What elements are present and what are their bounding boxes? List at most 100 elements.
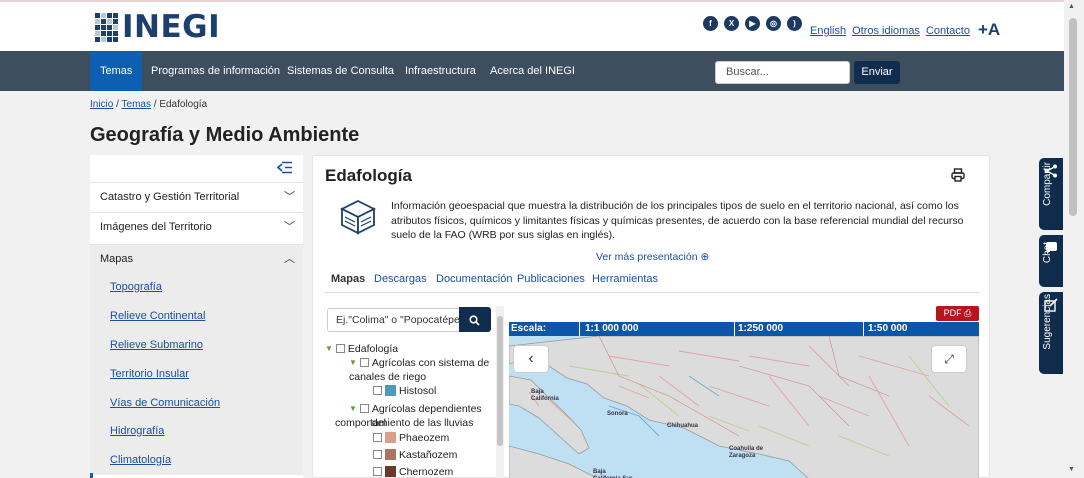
chevron-up-icon: ︿ xyxy=(284,253,295,265)
layer-checkbox[interactable] xyxy=(373,450,382,459)
plus-circle-icon: ⊕ xyxy=(700,251,710,263)
layer-checkbox[interactable] xyxy=(335,344,345,353)
tree-leaf-histosol: Histosol xyxy=(373,384,436,398)
site-search-input[interactable]: Buscar... xyxy=(715,61,850,84)
nav-tab-temas[interactable]: Temas xyxy=(90,51,143,91)
scale-option-50k[interactable]: 1:50 000 xyxy=(868,322,907,336)
sidebar-section-mapas[interactable]: Mapas ︿ xyxy=(90,244,303,273)
tree-leaf-label: Phaeozem xyxy=(399,432,450,444)
facebook-icon[interactable]: f xyxy=(703,16,718,31)
share-tab[interactable]: Compartir xyxy=(1039,158,1063,230)
tab-descargas[interactable]: Descargas xyxy=(374,271,427,287)
suggestions-tab[interactable]: Sugerencias xyxy=(1039,292,1063,374)
sidebar-item-relieve-submarino[interactable]: Relieve Submarino xyxy=(90,331,303,360)
youtube-icon[interactable]: ▶ xyxy=(745,16,760,31)
scale-option-1m[interactable]: 1:1 000 000 xyxy=(585,322,638,336)
tab-publicaciones[interactable]: Publicaciones xyxy=(517,271,585,287)
scale-bar: Escala: 1:1 000 000 1:250 000 1:50 000 xyxy=(509,322,979,336)
inegi-logo[interactable]: INEGI xyxy=(95,11,220,43)
tree-leaf-phaeozem: Phaeozem xyxy=(373,431,449,445)
breadcrumb-current: Edafología xyxy=(159,99,208,110)
expand-triangle-icon[interactable]: ▼ xyxy=(349,402,357,416)
tree-leaf-kastanozem: Kastañozem xyxy=(373,448,457,462)
other-languages-link[interactable]: Otros idiomas xyxy=(852,25,920,37)
tab-documentacion[interactable]: Documentación xyxy=(436,271,512,287)
page-scrollbar-thumb[interactable] xyxy=(1069,18,1077,216)
tree-leaf-chernozem: Chernozem xyxy=(373,465,453,478)
tab-herramientas[interactable]: Herramientas xyxy=(592,271,658,287)
map-label-sonora: Sonora xyxy=(607,411,628,417)
sidebar-section-catastro[interactable]: Catastro y Gestión Territorial ﹀ xyxy=(90,182,303,211)
legend-swatch xyxy=(385,449,396,460)
section-title: Edafología xyxy=(325,166,412,185)
sidebar-item-territorio-insular[interactable]: Territorio Insular xyxy=(90,360,303,389)
expand-triangle-icon[interactable]: ▼ xyxy=(349,356,357,370)
english-link[interactable]: English xyxy=(810,25,846,37)
nav-tab-infraestructura[interactable]: Infraestructura xyxy=(395,51,486,91)
collapse-sidebar-icon[interactable] xyxy=(276,161,293,178)
rss-icon[interactable]: ) xyxy=(787,16,802,31)
layer-checkbox[interactable] xyxy=(359,404,369,413)
legend-swatch xyxy=(385,466,396,477)
instagram-icon[interactable]: ◎ xyxy=(766,16,781,31)
soil-cube-icon xyxy=(339,198,377,236)
increase-text-size-button[interactable]: +A xyxy=(978,20,1000,40)
logo-mark-icon xyxy=(95,12,118,42)
tree-node-root: ▼ Edafología xyxy=(325,342,398,356)
pdf-label: PDF xyxy=(943,308,962,318)
breadcrumb: Inicio / Temas / Edafología xyxy=(90,99,207,110)
main-panel: Edafología Información geoespacial que m… xyxy=(312,155,990,478)
nav-tab-acerca[interactable]: Acerca del INEGI xyxy=(480,51,585,91)
page-scrollbar[interactable]: ▲ ▼ xyxy=(1064,0,1084,478)
tree-scrollbar-thumb[interactable] xyxy=(497,316,503,446)
page-title: Geografía y Medio Ambiente xyxy=(90,124,360,146)
sidebar-item-climatologia[interactable]: Climatología xyxy=(90,446,303,475)
pdf-button[interactable]: PDF ⎙ xyxy=(936,306,979,321)
layer-checkbox[interactable] xyxy=(359,358,369,367)
map-label-baja-california: Baja California xyxy=(531,389,559,402)
layer-checkbox[interactable] xyxy=(373,467,382,476)
tree-node-label: comportamiento de las lluvias xyxy=(335,417,474,429)
map-fullscreen-button[interactable]: ⤢ xyxy=(931,345,967,373)
tab-mapas[interactable]: Mapas xyxy=(331,271,365,287)
layer-search-button[interactable] xyxy=(459,307,491,332)
sidebar-item-vias[interactable]: Vías de Comunicación xyxy=(90,389,303,418)
top-header: INEGI f X ▶ ◎ ) English Otros idiomas Co… xyxy=(0,0,1064,51)
expand-icon: ⤢ xyxy=(944,352,954,366)
map-viewer[interactable]: PDF ⎙ Escala: 1:1 000 000 1:250 000 1:50… xyxy=(509,306,979,478)
sidebar-section-imagenes[interactable]: Imágenes del Territorio ﹀ xyxy=(90,212,303,241)
breadcrumb-temas[interactable]: Temas xyxy=(122,99,151,110)
contact-link[interactable]: Contacto xyxy=(926,25,970,37)
breadcrumb-inicio[interactable]: Inicio xyxy=(90,99,113,110)
expand-triangle-icon[interactable]: ▼ xyxy=(325,342,333,356)
tree-leaf-label: Kastañozem xyxy=(399,449,458,461)
scale-option-250k[interactable]: 1:250 000 xyxy=(738,322,783,336)
nav-tab-sistemas[interactable]: Sistemas de Consulta xyxy=(277,51,404,91)
chat-tab[interactable]: Chat xyxy=(1039,235,1063,287)
search-icon xyxy=(469,313,480,331)
scroll-down-arrow-icon[interactable]: ▼ xyxy=(1068,466,1075,473)
scroll-up-arrow-icon[interactable]: ▲ xyxy=(1068,3,1075,10)
map-previous-button[interactable]: ‹ xyxy=(513,345,549,373)
chevron-down-icon: ﹀ xyxy=(284,191,295,203)
header-links: English Otros idiomas Contacto +A xyxy=(810,19,1000,39)
nav-tab-programas[interactable]: Programas de información xyxy=(141,51,290,91)
tree-scrollbar[interactable] xyxy=(496,306,504,478)
x-icon[interactable]: X xyxy=(724,16,739,31)
more-presentation-link[interactable]: Ver más presentación ⊕ xyxy=(596,251,709,263)
site-search-button[interactable]: Enviar xyxy=(854,61,900,84)
layer-checkbox[interactable] xyxy=(373,386,382,395)
sidebar-section-label: Mapas xyxy=(100,253,134,265)
chevron-down-icon: ﹀ xyxy=(284,221,295,233)
sidebar-item-relieve-continental[interactable]: Relieve Continental xyxy=(90,302,303,331)
tree-node-label: Agrícolas con sistema de xyxy=(371,357,490,369)
chevron-left-icon: ‹ xyxy=(528,350,534,367)
scale-label: Escala: xyxy=(511,323,547,334)
share-label: Compartir xyxy=(1042,162,1053,206)
print-icon[interactable] xyxy=(951,168,965,182)
layer-checkbox[interactable] xyxy=(373,433,382,442)
layer-search-input[interactable]: Ej."Colima" o "Popocatépetl" xyxy=(327,308,461,332)
sidebar-item-hidrografia[interactable]: Hidrografía xyxy=(90,417,303,446)
tree-node-label: canales de riego xyxy=(349,371,427,383)
sidebar-item-topografia[interactable]: Topografía xyxy=(90,273,303,302)
